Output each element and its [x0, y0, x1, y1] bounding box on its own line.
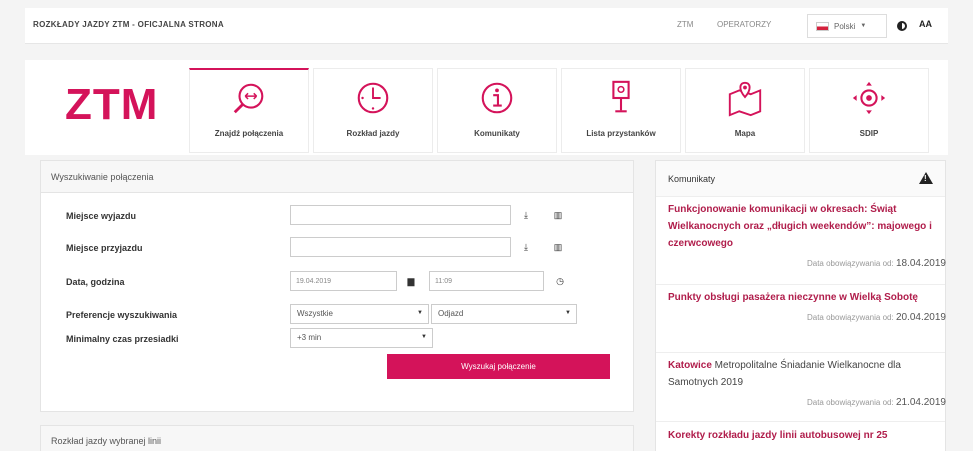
map-select-icon[interactable]: ▥	[548, 237, 568, 257]
clock-icon	[357, 82, 389, 114]
from-label: Miejsce wyjazdu	[66, 211, 137, 221]
language-select[interactable]: Polski ▼	[807, 14, 887, 38]
news-date-value: 21.04.2019	[895, 397, 946, 408]
news-link[interactable]: Katowice Metropolitalne Śniadanie Wielka…	[668, 357, 946, 391]
chevron-down-icon: ▼	[421, 334, 427, 340]
from-input[interactable]	[290, 205, 511, 225]
news-date: Data obowiązywania od: 21.04.2019	[668, 397, 946, 408]
poland-flag-icon	[816, 21, 829, 31]
tile-sdip[interactable]: SDIP	[809, 68, 929, 153]
lines-panel-title: Rozkład jazdy wybranej linii	[41, 426, 633, 451]
datetime-row: Data, godzina ▆ ◷	[41, 271, 633, 295]
news-panel-header: Komunikaty	[656, 161, 945, 197]
to-label: Miejsce przyjazdu	[66, 243, 143, 253]
datetime-label: Data, godzina	[66, 277, 125, 287]
news-date-value: 20.04.2019	[895, 312, 946, 323]
news-date: Data obowiązywania od: 18.04.2019	[668, 258, 946, 269]
bus-stop-icon	[612, 80, 630, 113]
transfer-row: Minimalny czas przesiadki +3 min ▼	[41, 328, 633, 352]
news-city: Katowice	[668, 360, 712, 371]
tile-stop-list[interactable]: Lista przystanków	[561, 68, 681, 153]
transfer-label: Minimalny czas przesiadki	[66, 334, 179, 344]
tile-announcements[interactable]: Komunikaty	[437, 68, 557, 153]
tile-label: Komunikaty	[474, 129, 520, 138]
news-panel-title: Komunikaty	[668, 173, 716, 184]
news-divider	[656, 284, 945, 285]
prefs-select-value: Wszystkie	[297, 309, 333, 318]
news-item: Korekty rozkładu jazdy linii autobusowej…	[668, 427, 946, 444]
news-item: Funkcjonowanie komunikacji w okresach: Ś…	[668, 201, 946, 269]
prefs-row: Preferencje wyszukiwania Wszystkie ▼ Odj…	[41, 304, 633, 328]
tile-label: Znajdź połączenia	[214, 129, 284, 138]
news-date-value: 18.04.2019	[895, 258, 946, 269]
clock-icon[interactable]: ◷	[550, 271, 570, 291]
news-date-prefix: Data obowiązywania od:	[806, 398, 894, 407]
news-divider	[656, 421, 945, 422]
font-size-button[interactable]: AA	[919, 19, 932, 29]
news-item: Katowice Metropolitalne Śniadanie Wielka…	[668, 357, 946, 408]
from-row: Miejsce wyjazdu ⤓ ▥	[41, 205, 633, 229]
tile-label: SDIP	[859, 129, 879, 138]
sdip-icon	[852, 81, 886, 115]
news-date: Data obowiązywania od: 20.04.2019	[668, 312, 946, 323]
map-select-icon[interactable]: ▥	[548, 205, 568, 225]
ztm-logo[interactable]: ZTM	[65, 80, 158, 130]
map-icon	[728, 81, 762, 117]
route-search-icon	[233, 83, 264, 114]
locate-icon[interactable]: ⤓	[516, 205, 536, 225]
news-panel: Komunikaty Funkcjonowanie komunikacji w …	[655, 160, 946, 451]
prefs-select[interactable]: Wszystkie ▼	[290, 304, 429, 324]
news-date-prefix: Data obowiązywania od:	[806, 259, 894, 268]
news-divider	[656, 352, 945, 353]
search-panel: Wyszukiwanie połączenia Miejsce wyjazdu …	[40, 160, 634, 412]
news-link[interactable]: Korekty rozkładu jazdy linii autobusowej…	[668, 427, 946, 444]
to-row: Miejsce przyjazdu ⤓ ▥	[41, 237, 633, 261]
news-link[interactable]: Punkty obsługi pasażera nieczynne w Wiel…	[668, 289, 946, 306]
tile-label: Mapa	[734, 129, 756, 138]
language-label: Polski	[834, 21, 856, 31]
transfer-select-value: +3 min	[297, 333, 322, 342]
calendar-icon[interactable]: ▆	[401, 271, 421, 291]
search-button[interactable]: Wyszukaj połączenie	[387, 354, 610, 379]
news-date-prefix: Data obowiązywania od:	[806, 313, 894, 322]
chevron-down-icon: ▼	[417, 310, 423, 316]
tile-find-connection[interactable]: Znajdź połączenia	[189, 68, 309, 153]
info-icon	[481, 82, 513, 114]
tile-label: Lista przystanków	[586, 129, 656, 138]
site-title: ROZKŁADY JAZDY ZTM - OFICJALNA STRONA	[33, 20, 224, 29]
tile-label: Rozkład jazdy	[346, 129, 400, 138]
direction-select-value: Odjazd	[438, 309, 464, 318]
search-panel-title: Wyszukiwanie połączenia	[41, 161, 633, 193]
transfer-select[interactable]: +3 min ▼	[290, 328, 433, 348]
date-input[interactable]	[290, 271, 397, 291]
tile-map[interactable]: Mapa	[685, 68, 805, 153]
warning-icon	[919, 172, 933, 184]
nav-link-ztm[interactable]: ZTM	[677, 20, 693, 29]
contrast-icon[interactable]	[897, 21, 907, 31]
locate-icon[interactable]: ⤓	[516, 237, 536, 257]
time-input[interactable]	[429, 271, 544, 291]
lines-panel: Rozkład jazdy wybranej linii	[40, 425, 634, 451]
chevron-down-icon: ▼	[565, 310, 571, 316]
top-bar: ROZKŁADY JAZDY ZTM - OFICJALNA STRONA ZT…	[25, 8, 948, 44]
prefs-label: Preferencje wyszukiwania	[66, 310, 178, 320]
news-item: Punkty obsługi pasażera nieczynne w Wiel…	[668, 289, 946, 323]
tile-timetable[interactable]: Rozkład jazdy	[313, 68, 433, 153]
nav-link-operatorzy[interactable]: OPERATORZY	[717, 20, 771, 29]
to-input[interactable]	[290, 237, 511, 257]
main-nav: ZTM Znajdź połączenia Rozkład jazdy Komu…	[25, 60, 948, 155]
chevron-down-icon: ▼	[860, 23, 867, 29]
news-link[interactable]: Funkcjonowanie komunikacji w okresach: Ś…	[668, 201, 946, 252]
direction-select[interactable]: Odjazd ▼	[431, 304, 577, 324]
